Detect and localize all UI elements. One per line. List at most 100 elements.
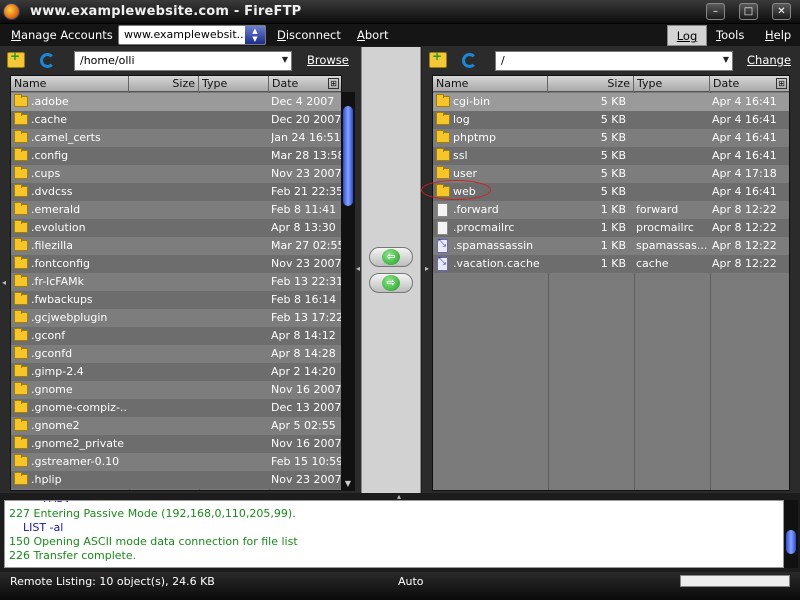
right-pane-grip-icon[interactable]: ▸ xyxy=(425,264,433,273)
local-file-row[interactable]: .hplip Nov 23 2007 xyxy=(11,471,341,489)
folder-icon xyxy=(14,166,28,179)
remote-file-list[interactable]: Name Size Type Date ⊞ cgi-bin 5 KB Apr 4 1… xyxy=(432,75,790,491)
remote-file-row[interactable]: user 5 KB Apr 4 17:18 xyxy=(433,165,789,183)
remote-file-row[interactable]: phptmp 5 KB Apr 4 16:41 xyxy=(433,129,789,147)
file-date: Apr 8 12:22 xyxy=(712,203,777,216)
local-file-row[interactable]: .gnome2 Apr 5 02:55 xyxy=(11,417,341,435)
name-column-header[interactable]: Name xyxy=(433,76,548,92)
local-scroll-thumb[interactable] xyxy=(343,106,353,206)
remote-path-input[interactable]: / ▼ xyxy=(495,51,733,71)
local-file-row[interactable]: .camel_certs Jan 24 16:51 xyxy=(11,129,341,147)
local-path-input[interactable]: /home/olli ▼ xyxy=(74,51,292,71)
transfer-mode[interactable]: Auto xyxy=(398,575,424,588)
file-name: .procmailrc xyxy=(453,221,515,234)
remote-file-row[interactable]: .forward 1 KB forward Apr 8 12:22 xyxy=(433,201,789,219)
size-column-header[interactable]: Size xyxy=(129,76,199,92)
local-file-row[interactable]: .evolution Apr 8 13:30 xyxy=(11,219,341,237)
local-file-row[interactable]: .fwbackups Feb 8 16:14 xyxy=(11,291,341,309)
name-column-header[interactable]: Name xyxy=(11,76,129,92)
file-icon xyxy=(437,221,448,235)
status-bar: Remote Listing: 10 object(s), 24.6 KB Au… xyxy=(0,572,800,600)
log-scrollbar[interactable] xyxy=(784,500,798,568)
upload-button[interactable]: ⇨ xyxy=(369,273,413,293)
local-file-row[interactable]: .gstreamer-0.10 Feb 15 10:59 xyxy=(11,453,341,471)
minimize-button[interactable]: – xyxy=(706,3,725,20)
local-file-list[interactable]: Name Size Type Date ⊞ .adobe Dec 4 2007 .c… xyxy=(10,75,342,491)
local-file-row[interactable]: .cups Nov 23 2007 xyxy=(11,165,341,183)
file-size: 5 KB xyxy=(600,131,626,144)
log-scroll-thumb[interactable] xyxy=(786,530,796,554)
file-size xyxy=(131,419,195,434)
column-picker-icon[interactable]: ⊞ xyxy=(328,78,339,89)
close-button[interactable]: ✕ xyxy=(772,3,791,20)
local-file-row[interactable]: .gconf Apr 8 14:12 xyxy=(11,327,341,345)
local-file-row[interactable]: .fr-lcFAMk Feb 13 22:31 xyxy=(11,273,341,291)
file-type xyxy=(636,131,708,146)
tools-menu[interactable]: Tools xyxy=(716,28,744,42)
chevron-up-down-icon[interactable]: ▲ ▼ xyxy=(245,26,265,44)
size-column-header[interactable]: Size xyxy=(548,76,634,92)
local-file-row[interactable]: .gcjwebplugin Feb 13 17:22 xyxy=(11,309,341,327)
local-file-row[interactable]: .adobe Dec 4 2007 xyxy=(11,93,341,111)
change-button[interactable]: Change xyxy=(747,53,791,67)
maximize-button[interactable]: □ xyxy=(739,3,758,20)
type-column-header[interactable]: Type xyxy=(199,76,269,92)
remote-file-row[interactable]: log 5 KB Apr 4 16:41 xyxy=(433,111,789,129)
folder-icon xyxy=(14,346,28,359)
file-type xyxy=(203,167,267,182)
remote-file-row[interactable]: .procmailrc 1 KB procmailrc Apr 8 12:22 xyxy=(433,219,789,237)
local-file-row[interactable]: .gnome Nov 16 2007 xyxy=(11,381,341,399)
log-panel[interactable]: PASV 227 Entering Passive Mode (192,168,0… xyxy=(4,500,784,568)
local-file-row[interactable]: .cache Dec 20 2007 xyxy=(11,111,341,129)
file-date: Feb 21 22:35 xyxy=(271,185,341,198)
abort-button[interactable]: Abort xyxy=(357,28,388,42)
remote-listing-status: Remote Listing: 10 object(s), 24.6 KB xyxy=(10,575,215,588)
new-folder-icon[interactable] xyxy=(429,49,447,68)
folder-icon xyxy=(14,292,28,305)
remote-path-value: / xyxy=(501,54,505,67)
new-folder-icon[interactable] xyxy=(7,49,25,68)
file-name: .dvdcss xyxy=(31,185,73,198)
local-file-row[interactable]: .dvdcss Feb 21 22:35 xyxy=(11,183,341,201)
scroll-down-icon[interactable]: ▼ xyxy=(341,479,355,491)
left-grip-icon[interactable]: ◂ xyxy=(2,278,10,287)
manage-accounts-menu[interactable]: Manage Accounts xyxy=(11,28,113,42)
local-file-row[interactable]: .gnome-compiz-... Dec 13 2007 xyxy=(11,399,341,417)
refresh-icon[interactable] xyxy=(40,53,55,68)
local-file-row[interactable]: .filezilla Mar 27 02:55 xyxy=(11,237,341,255)
folder-icon xyxy=(14,382,28,395)
file-size xyxy=(131,347,195,362)
local-file-row[interactable]: .fontconfig Nov 23 2007 xyxy=(11,255,341,273)
download-button[interactable]: ⇦ xyxy=(369,247,413,267)
log-toggle-button[interactable]: Log xyxy=(667,25,707,46)
local-file-row[interactable]: .gimp-2.4 Apr 2 14:20 xyxy=(11,363,341,381)
local-scrollbar[interactable]: ▼ xyxy=(341,92,355,491)
local-file-row[interactable]: .config Mar 28 13:58 xyxy=(11,147,341,165)
help-menu[interactable]: Help xyxy=(765,28,791,42)
local-toolbar: /home/olli ▼ Browse xyxy=(0,48,361,74)
file-name: .gcjwebplugin xyxy=(31,311,108,324)
account-select[interactable]: www.examplewebsit... ▲ ▼ xyxy=(118,25,266,45)
browse-button[interactable]: Browse xyxy=(307,53,349,67)
local-file-row[interactable]: .gnome2_private Nov 16 2007 xyxy=(11,435,341,453)
column-picker-icon[interactable]: ⊞ xyxy=(776,78,787,89)
remote-file-row[interactable]: .spamassassin 1 KB spamassas... Apr 8 12:22 xyxy=(433,237,789,255)
type-column-header[interactable]: Type xyxy=(634,76,710,92)
local-file-row[interactable]: .gconfd Apr 8 14:28 xyxy=(11,345,341,363)
folder-icon xyxy=(14,328,28,341)
remote-file-row[interactable]: .vacation.cache 1 KB cache Apr 8 12:22 xyxy=(433,255,789,273)
remote-toolbar: / ▼ Change xyxy=(422,48,800,74)
file-name: .gnome2 xyxy=(31,419,80,432)
refresh-icon[interactable] xyxy=(462,53,477,68)
chevron-down-icon[interactable]: ▼ xyxy=(723,55,729,64)
remote-rows: cgi-bin 5 KB Apr 4 16:41 log 5 KB Apr 4 16:41… xyxy=(433,93,789,273)
local-file-row[interactable]: .emerald Feb 8 11:41 xyxy=(11,201,341,219)
chevron-down-icon[interactable]: ▼ xyxy=(282,55,288,64)
disconnect-button[interactable]: Disconnect xyxy=(277,28,341,42)
file-name: .spamassassin xyxy=(453,239,534,252)
folder-icon xyxy=(14,94,28,107)
transfer-panel: ⇦ ⇨ xyxy=(361,47,421,493)
file-date: Nov 16 2007 xyxy=(271,437,341,450)
remote-file-row[interactable]: ssl 5 KB Apr 4 16:41 xyxy=(433,147,789,165)
remote-file-row[interactable]: cgi-bin 5 KB Apr 4 16:41 xyxy=(433,93,789,111)
